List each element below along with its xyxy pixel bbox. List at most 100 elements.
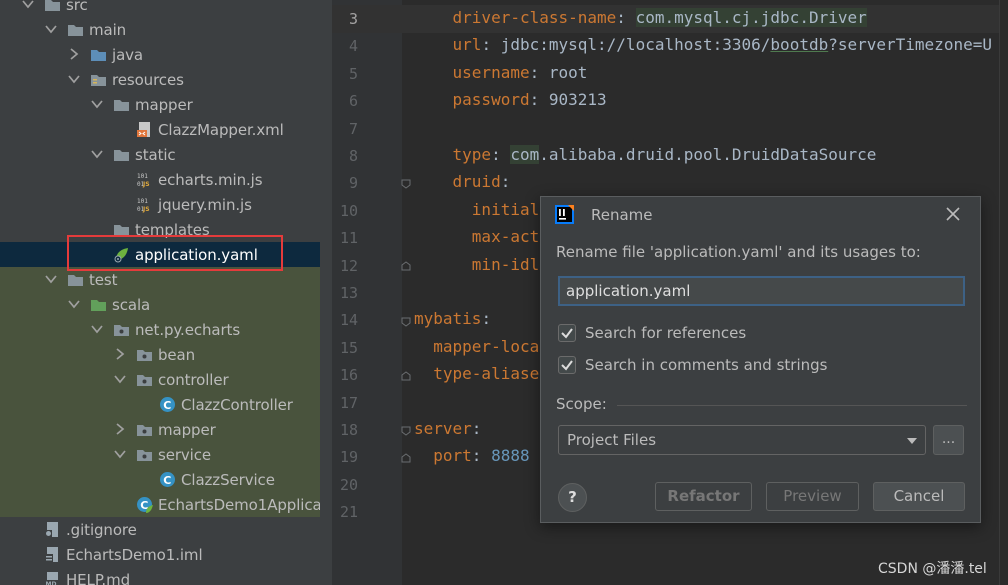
tree-scrollbar[interactable] — [320, 0, 332, 585]
chevron-down-icon[interactable] — [21, 0, 35, 11]
scope-dropdown[interactable]: Project Files — [558, 425, 926, 455]
tree-item[interactable]: controller — [0, 367, 332, 392]
fold-end-marker-icon[interactable] — [400, 370, 412, 382]
checkmark-icon — [561, 328, 573, 339]
yaml-key: url — [414, 35, 482, 55]
chevron-down-icon[interactable] — [113, 447, 127, 461]
yaml-key: druid — [414, 172, 501, 192]
js-file-icon: 10101JS — [137, 173, 151, 188]
line-number: 9 — [348, 174, 358, 193]
chevron-down-icon[interactable] — [90, 97, 104, 111]
tree-item[interactable]: ClazzMapper.xml — [0, 117, 332, 142]
tree-item[interactable]: 101 01 JS jquery.min.js — [0, 192, 332, 217]
tree-item-label: java — [112, 46, 144, 64]
checkbox-box[interactable] — [558, 324, 576, 342]
tree-item[interactable]: C EchartsDemo1Applicatio — [0, 492, 332, 517]
fold-marker-icon[interactable] — [400, 425, 412, 437]
code-token: : — [491, 145, 511, 164]
yaml-key: type — [414, 145, 492, 164]
tree-item[interactable]: EchartsDemo1.iml — [0, 542, 332, 567]
fold-end-marker-icon[interactable] — [400, 260, 412, 272]
cancel-button[interactable]: Cancel — [873, 482, 965, 511]
tree-item[interactable]: C ClazzService — [0, 467, 332, 492]
tree-item-label: net.py.echarts — [135, 321, 241, 339]
tree-item[interactable]: resources — [0, 67, 332, 92]
chevron-down-icon — [907, 438, 917, 444]
svg-text:101: 101 — [137, 173, 148, 180]
chevron-down-icon[interactable] — [44, 272, 58, 286]
preview-button[interactable]: Preview — [766, 482, 859, 511]
code-line: password: 903213 — [414, 90, 607, 109]
yaml-key: min-idl — [414, 254, 540, 274]
folder-icon — [114, 100, 129, 111]
chevron-down-icon[interactable] — [67, 72, 81, 86]
tree-item[interactable]: bean — [0, 342, 332, 367]
line-number: 3 — [348, 10, 358, 28]
tree-item[interactable]: net.py.echarts — [0, 317, 332, 342]
tree-item[interactable]: java — [0, 42, 332, 67]
tree-item[interactable]: .gitignore — [0, 517, 332, 542]
search-references-checkbox[interactable]: Search for references — [558, 323, 788, 345]
iml-file-icon — [45, 547, 58, 562]
tree-item[interactable]: scala — [0, 292, 332, 317]
line-number: 8 — [348, 147, 358, 165]
scope-more-button[interactable]: ... — [933, 425, 964, 455]
help-button[interactable]: ? — [558, 483, 587, 512]
tree-item-label: resources — [112, 71, 184, 89]
close-icon[interactable] — [944, 205, 962, 223]
chevron-down-icon[interactable] — [90, 322, 104, 336]
code-line: mapper-loca — [414, 337, 539, 356]
tree-item[interactable]: 101 01 JS echarts.min.js — [0, 167, 332, 192]
chevron-down-icon[interactable] — [67, 297, 81, 311]
tree-item-label: scala — [112, 296, 151, 314]
chevron-down-icon[interactable] — [113, 372, 127, 386]
fold-end-marker-icon[interactable] — [400, 452, 412, 464]
tree-item[interactable]: MD HELP.md — [0, 567, 332, 585]
tree-item[interactable]: service — [0, 442, 332, 467]
yaml-key: driver-class-name — [414, 8, 617, 27]
package-icon — [137, 350, 152, 361]
refactor-button[interactable]: Refactor — [655, 482, 752, 511]
svg-text:MD: MD — [46, 581, 57, 585]
tree-item-label: ClazzMapper.xml — [158, 121, 284, 139]
line-number: 6 — [348, 92, 358, 111]
yaml-key: type-aliase — [414, 364, 540, 384]
code-token: com — [510, 145, 540, 164]
dialog-title: Rename — [591, 206, 653, 224]
test-source-folder-icon — [91, 300, 106, 311]
tree-item[interactable]: main — [0, 17, 332, 42]
tree-item-label: src — [66, 0, 88, 14]
package-icon — [114, 325, 129, 336]
search-comments-checkbox[interactable]: Search in comments and strings — [558, 355, 848, 377]
tree-item[interactable]: C ClazzController — [0, 392, 332, 417]
line-number: 11 — [339, 229, 358, 248]
chevron-down-icon[interactable] — [44, 22, 58, 36]
tree-item[interactable]: mapper — [0, 92, 332, 117]
tree-item-label: HELP.md — [66, 571, 131, 585]
tree-item-label: bean — [158, 346, 196, 364]
tree-item-label: controller — [158, 371, 229, 389]
code-token: .alibaba.druid.pool.DruidDataSource — [539, 145, 877, 164]
line-number: 17 — [339, 393, 358, 412]
chevron-down-icon[interactable] — [90, 147, 104, 161]
svg-text:101: 101 — [137, 198, 148, 205]
code-line: mybatis: — [414, 309, 491, 328]
new-name-input[interactable] — [558, 276, 965, 306]
spring-class-icon: C — [137, 497, 153, 513]
tree-item[interactable]: static — [0, 142, 332, 167]
line-number: 20 — [339, 475, 358, 494]
rename-dialog: Rename Rename file 'application.yaml' an… — [540, 196, 981, 523]
source-folder-icon — [91, 50, 106, 61]
checkbox-box[interactable] — [558, 356, 576, 374]
selection-highlight-box — [67, 235, 283, 271]
chevron-right-icon[interactable] — [113, 347, 127, 361]
gitignore-file-icon — [45, 522, 58, 537]
chevron-right-icon[interactable] — [113, 422, 127, 436]
fold-marker-icon[interactable] — [400, 178, 412, 190]
tree-item[interactable]: mapper — [0, 417, 332, 442]
svg-text:C: C — [163, 474, 171, 487]
tree-item-label: test — [89, 271, 118, 289]
fold-marker-icon[interactable] — [400, 316, 412, 328]
tree-item[interactable]: src — [0, 0, 332, 17]
chevron-right-icon[interactable] — [67, 47, 81, 61]
